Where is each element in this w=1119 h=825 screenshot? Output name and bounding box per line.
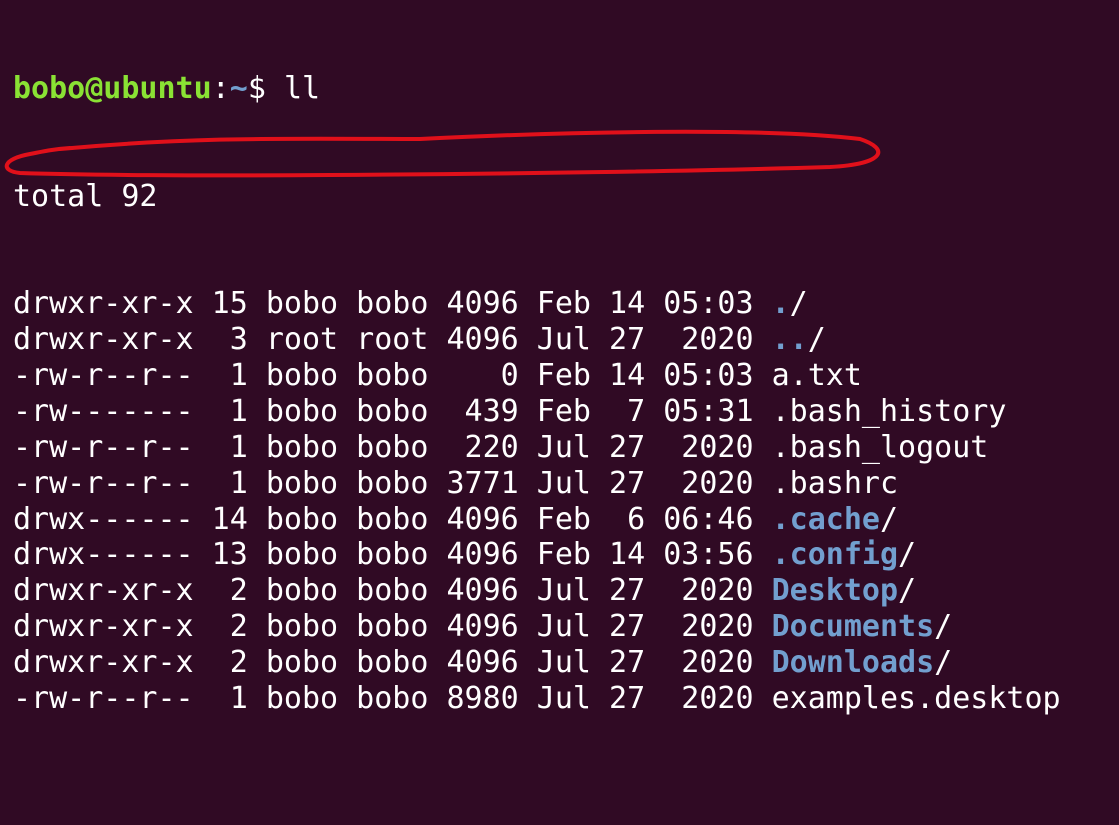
listing-row: drwx------ 13 bobo bobo 4096 Feb 14 03:5… xyxy=(13,537,1119,573)
file-meta: drwxr-xr-x 2 bobo bobo 4096 Jul 27 2020 xyxy=(13,573,772,609)
listing: drwxr-xr-x 15 bobo bobo 4096 Feb 14 05:0… xyxy=(13,286,1119,717)
listing-row: drwxr-xr-x 2 bobo bobo 4096 Jul 27 2020 … xyxy=(13,609,1119,645)
listing-row: -rw------- 1 bobo bobo 439 Feb 7 05:31 .… xyxy=(13,394,1119,430)
file-meta: drwxr-xr-x 2 bobo bobo 4096 Jul 27 2020 xyxy=(13,609,772,645)
file-name: examples.desktop xyxy=(771,681,1061,717)
file-name-colored: Documents xyxy=(771,609,935,645)
file-name-colored: . xyxy=(771,286,790,322)
total-line: total 92 xyxy=(13,178,158,214)
file-meta: -rw------- 1 bobo bobo 439 Feb 7 05:31 xyxy=(13,393,772,429)
listing-row: drwxr-xr-x 3 root root 4096 Jul 27 2020 … xyxy=(13,322,1119,358)
prompt-line: bobo@ubuntu:~$ ll xyxy=(13,71,1119,107)
terminal-window[interactable]: bobo@ubuntu:~$ ll total 92 drwxr-xr-x 15… xyxy=(0,0,1119,716)
red-highlight-ellipse xyxy=(4,129,881,178)
file-name: .bash_logout xyxy=(771,429,989,465)
file-name: / xyxy=(807,322,826,358)
file-meta: -rw-r--r-- 1 bobo bobo 0 Feb 14 05:03 xyxy=(13,358,772,393)
prompt-symbol: $ xyxy=(247,70,284,106)
file-meta: -rw-r--r-- 1 bobo bobo 220 Jul 27 2020 xyxy=(13,429,772,465)
file-name: / xyxy=(789,286,808,322)
file-name-colored: Downloads xyxy=(771,645,935,681)
file-name: / xyxy=(934,645,953,681)
listing-row: drwxr-xr-x 2 bobo bobo 4096 Jul 27 2020 … xyxy=(13,645,1119,681)
listing-row: -rw-r--r-- 1 bobo bobo 3771 Jul 27 2020 … xyxy=(13,466,1119,502)
file-name-colored: .. xyxy=(771,322,808,358)
listing-row: -rw-r--r-- 1 bobo bobo 8980 Jul 27 2020 … xyxy=(13,681,1119,717)
file-name-colored: Desktop xyxy=(771,573,899,609)
file-name: / xyxy=(934,609,953,645)
file-meta: drwxr-xr-x 3 root root 4096 Jul 27 2020 xyxy=(13,322,772,358)
command-text: ll xyxy=(283,70,321,106)
file-name: .bash_history xyxy=(771,393,1007,429)
prompt-user-host: bobo@ubuntu xyxy=(13,70,212,106)
listing-row: -rw-r--r-- 1 bobo bobo 220 Jul 27 2020 .… xyxy=(13,430,1119,466)
file-name: / xyxy=(898,537,917,573)
listing-row: -rw-r--r-- 1 bobo bobo 0 Feb 14 05:03 a.… xyxy=(13,358,1119,394)
file-name: / xyxy=(898,573,917,609)
file-meta: drwxr-xr-x 2 bobo bobo 4096 Jul 27 2020 xyxy=(13,645,772,681)
listing-row: drwxr-xr-x 2 bobo bobo 4096 Jul 27 2020 … xyxy=(13,573,1119,609)
file-meta: -rw-r--r-- 1 bobo bobo 3771 Jul 27 2020 xyxy=(13,465,772,501)
file-meta: drwx------ 14 bobo bobo 4096 Feb 6 06:46 xyxy=(13,501,772,537)
prompt-path: ~ xyxy=(229,70,248,106)
file-meta: -rw-r--r-- 1 bobo bobo 8980 Jul 27 2020 xyxy=(13,681,772,717)
listing-row: drwx------ 14 bobo bobo 4096 Feb 6 06:46… xyxy=(13,502,1119,538)
file-meta: drwxr-xr-x 15 bobo bobo 4096 Feb 14 05:0… xyxy=(13,286,772,322)
prompt-separator: : xyxy=(211,70,230,106)
file-name: .bashrc xyxy=(771,465,899,501)
file-name: a.txt xyxy=(771,358,862,393)
file-meta: drwx------ 13 bobo bobo 4096 Feb 14 03:5… xyxy=(13,537,772,573)
file-name-colored: .config xyxy=(771,537,899,573)
file-name: / xyxy=(879,501,899,537)
listing-row: drwxr-xr-x 15 bobo bobo 4096 Feb 14 05:0… xyxy=(13,286,1119,322)
file-name-colored: .cache xyxy=(771,501,880,537)
